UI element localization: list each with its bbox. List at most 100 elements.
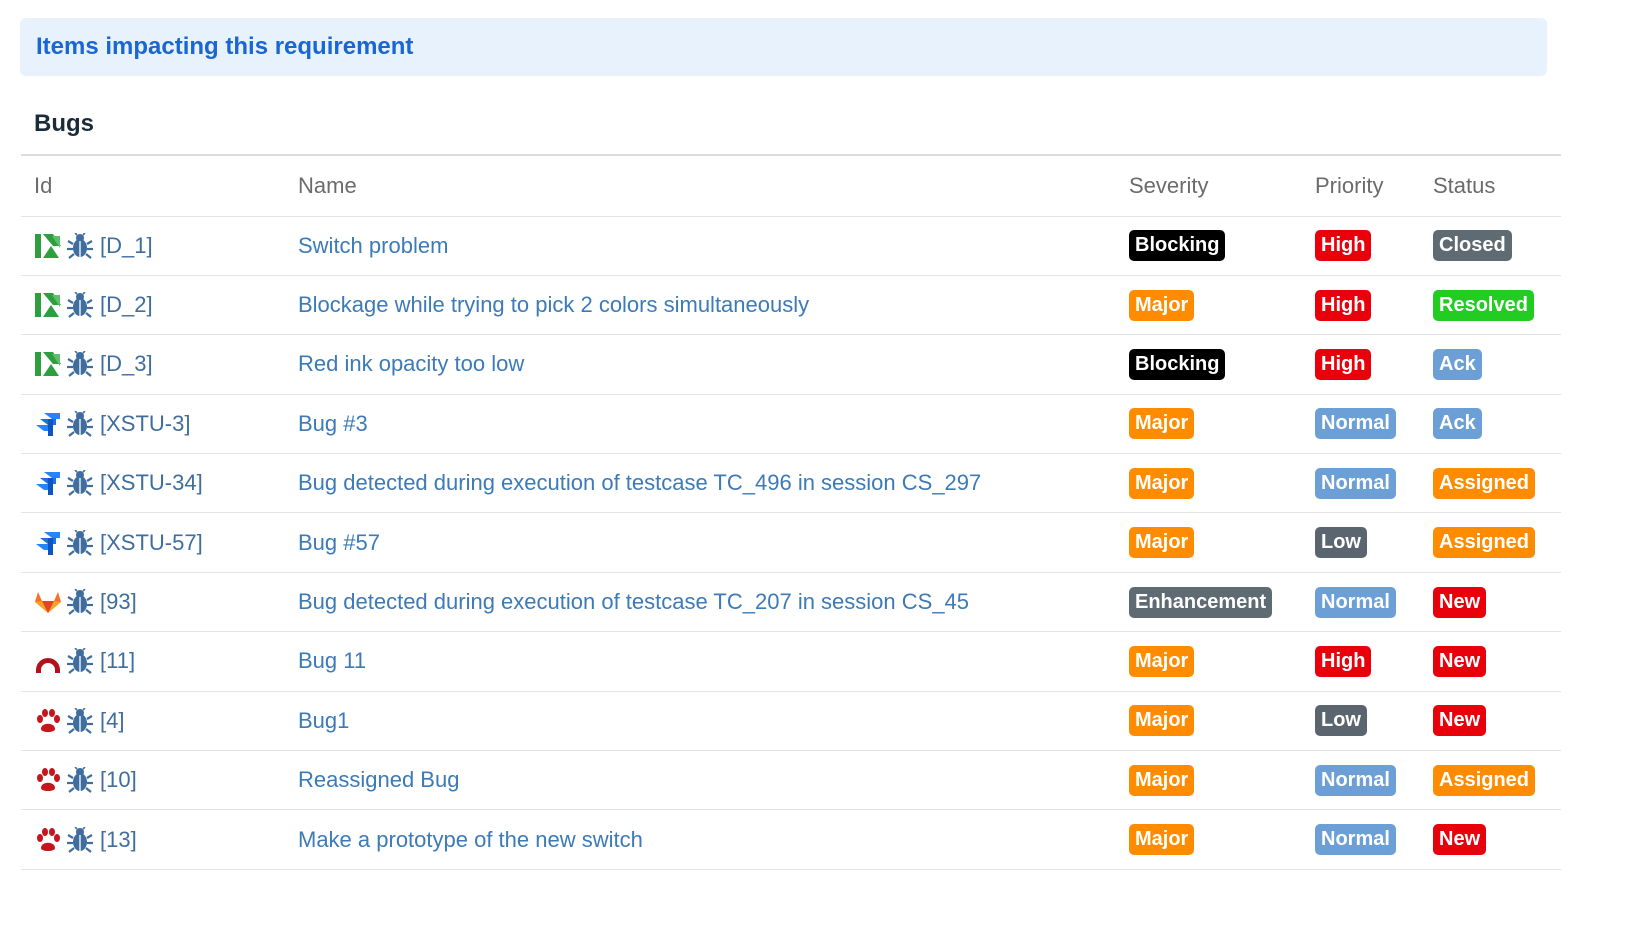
bug-id: [D_3] <box>100 351 153 377</box>
cell-severity: Blocking <box>1129 216 1315 275</box>
bug-id: [93] <box>100 589 137 615</box>
bug-name-link[interactable]: Bug detected during execution of testcas… <box>298 589 969 614</box>
jira-icon <box>34 410 62 438</box>
priority-badge: Low <box>1315 705 1367 737</box>
priority-badge: High <box>1315 289 1372 321</box>
cell-severity: Major <box>1129 691 1315 750</box>
cell-priority: Normal <box>1315 572 1433 631</box>
table-row: [13] Make a prototype of the new switch Ma… <box>21 809 1561 870</box>
column-header-name[interactable]: Name <box>298 155 1129 216</box>
priority-badge: Normal <box>1315 467 1396 499</box>
column-header-severity[interactable]: Severity <box>1129 155 1315 216</box>
page-title: Items impacting this requirement <box>36 33 414 60</box>
table-row: [XSTU-3] Bug #3 Major Normal Ack <box>21 394 1561 453</box>
bug-icon <box>66 232 94 260</box>
table-row: [XSTU-57] Bug #57 Major Low Assigned <box>21 512 1561 572</box>
cell-name: Red ink opacity too low <box>298 335 1129 394</box>
id-cell: [4] <box>34 707 298 735</box>
bug-icon <box>66 588 94 616</box>
cell-id: [10] <box>21 751 298 810</box>
cell-severity: Major <box>1129 632 1315 691</box>
bug-name-link[interactable]: Bug 11 <box>298 648 366 673</box>
redmine-icon <box>34 647 62 675</box>
id-cell: [XSTU-3] <box>34 410 298 438</box>
cell-status: Closed <box>1433 216 1561 275</box>
id-cell: [13] <box>34 826 298 854</box>
paw-icon <box>34 707 62 735</box>
cell-priority: High <box>1315 216 1433 275</box>
cell-status: Ack <box>1433 394 1561 453</box>
bug-id: [D_1] <box>100 232 153 258</box>
cell-status: Ack <box>1433 335 1561 394</box>
cell-priority: Normal <box>1315 751 1433 810</box>
cell-severity: Major <box>1129 454 1315 513</box>
severity-badge: Enhancement <box>1129 586 1273 618</box>
table-row: [11] Bug 11 Major High New <box>21 631 1561 691</box>
cell-severity: Major <box>1129 810 1315 869</box>
bug-icon <box>66 291 94 319</box>
bug-name-link[interactable]: Bug #57 <box>298 530 380 555</box>
cell-id: [D_1] <box>21 216 298 275</box>
bug-id: [D_2] <box>100 292 153 318</box>
id-cell: [93] <box>34 588 298 616</box>
status-badge: Resolved <box>1433 289 1534 321</box>
severity-badge: Major <box>1129 764 1195 796</box>
cell-severity: Blocking <box>1129 335 1315 394</box>
cell-priority: High <box>1315 275 1433 334</box>
column-header-id[interactable]: Id <box>21 155 298 216</box>
bug-name-link[interactable]: Bug detected during execution of testcas… <box>298 470 981 495</box>
bugs-table: Id Name Severity Priority Status [D_1] Sw… <box>21 154 1561 870</box>
cell-status: Resolved <box>1433 275 1561 334</box>
severity-badge: Major <box>1129 467 1195 499</box>
priority-badge: High <box>1315 230 1372 262</box>
bug-name-link[interactable]: Make a prototype of the new switch <box>298 827 643 852</box>
cell-status: Assigned <box>1433 513 1561 572</box>
cell-name: Blockage while trying to pick 2 colors s… <box>298 275 1129 334</box>
bug-name-link[interactable]: Reassigned Bug <box>298 767 459 792</box>
id-cell: [D_3] <box>34 350 298 378</box>
id-cell: [D_2] <box>34 291 298 319</box>
cell-priority: High <box>1315 632 1433 691</box>
status-badge: Assigned <box>1433 527 1536 559</box>
severity-badge: Major <box>1129 645 1195 677</box>
cell-name: Bug #57 <box>298 513 1129 572</box>
cell-id: [XSTU-3] <box>21 394 298 453</box>
table-row: [XSTU-34] Bug detected during execution o… <box>21 453 1561 513</box>
bug-id: [4] <box>100 707 125 733</box>
bug-name-link[interactable]: Bug1 <box>298 708 349 733</box>
bug-id: [XSTU-57] <box>100 529 203 555</box>
id-cell: [10] <box>34 766 298 794</box>
bug-name-link[interactable]: Bug #3 <box>298 411 368 436</box>
cell-severity: Major <box>1129 394 1315 453</box>
id-cell: [XSTU-34] <box>34 469 298 497</box>
table-body: [D_1] Switch problem Blocking High Closed [D_… <box>21 216 1561 870</box>
bug-name-link[interactable]: Red ink opacity too low <box>298 351 524 376</box>
section-title: Bugs <box>34 110 94 137</box>
tracker-green-icon <box>34 291 62 319</box>
status-badge: Ack <box>1433 348 1482 380</box>
cell-priority: Normal <box>1315 810 1433 869</box>
bug-icon <box>66 410 94 438</box>
bug-name-link[interactable]: Switch problem <box>298 233 448 258</box>
bug-icon <box>66 469 94 497</box>
priority-badge: Normal <box>1315 824 1396 856</box>
priority-badge: Normal <box>1315 586 1396 618</box>
table-row: [10] Reassigned Bug Major Normal Assigned <box>21 750 1561 810</box>
bug-icon <box>66 647 94 675</box>
column-header-priority[interactable]: Priority <box>1315 155 1433 216</box>
priority-badge: Normal <box>1315 764 1396 796</box>
cell-id: [4] <box>21 691 298 750</box>
bug-icon <box>66 350 94 378</box>
table-row: [4] Bug1 Major Low New <box>21 691 1561 750</box>
column-header-status[interactable]: Status <box>1433 155 1561 216</box>
bug-id: [13] <box>100 826 137 852</box>
bugs-table-container: Id Name Severity Priority Status [D_1] Sw… <box>21 154 1561 870</box>
table-row: [93] Bug detected during execution of tes… <box>21 572 1561 631</box>
bug-id: [XSTU-3] <box>100 410 191 436</box>
severity-badge: Major <box>1129 824 1195 856</box>
status-badge: Assigned <box>1433 467 1536 499</box>
cell-name: Bug1 <box>298 691 1129 750</box>
table-header: Id Name Severity Priority Status <box>21 155 1561 216</box>
bug-name-link[interactable]: Blockage while trying to pick 2 colors s… <box>298 292 809 317</box>
cell-id: [11] <box>21 632 298 691</box>
